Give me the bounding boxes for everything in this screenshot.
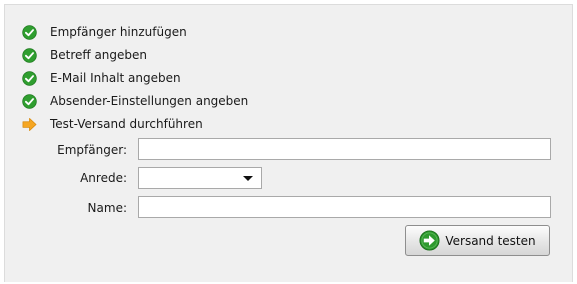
step-add-recipients: Empfänger hinzufügen <box>22 23 187 41</box>
check-icon <box>22 93 37 109</box>
step-email-content: E-Mail Inhalt angeben <box>22 69 181 87</box>
step-label: E-Mail Inhalt angeben <box>50 71 181 85</box>
step-label: Empfänger hinzufügen <box>50 25 187 39</box>
go-arrow-icon <box>419 230 440 251</box>
recipient-input[interactable] <box>138 138 551 160</box>
step-label: Test-Versand durchführen <box>50 117 203 131</box>
recipient-label: Empfänger: <box>57 143 127 157</box>
step-label: Betreff angeben <box>50 48 148 62</box>
chevron-down-icon <box>243 176 253 181</box>
arrow-right-icon <box>22 117 37 131</box>
step-subject: Betreff angeben <box>22 46 147 64</box>
salutation-label: Anrede: <box>80 171 127 185</box>
check-icon <box>22 47 37 63</box>
salutation-select[interactable] <box>138 167 262 189</box>
test-send-panel: Empfänger hinzufügen Betreff angeben E-M… <box>4 4 573 282</box>
step-test-send: Test-Versand durchführen <box>22 115 203 133</box>
send-test-label: Versand testen <box>445 233 536 248</box>
step-label: Absender-Einstellungen angeben <box>50 94 249 108</box>
step-sender-settings: Absender-Einstellungen angeben <box>22 92 248 110</box>
check-icon <box>22 24 37 40</box>
name-input[interactable] <box>138 196 551 218</box>
send-test-button[interactable]: Versand testen <box>405 225 550 256</box>
name-label: Name: <box>87 201 127 215</box>
check-icon <box>22 70 37 86</box>
